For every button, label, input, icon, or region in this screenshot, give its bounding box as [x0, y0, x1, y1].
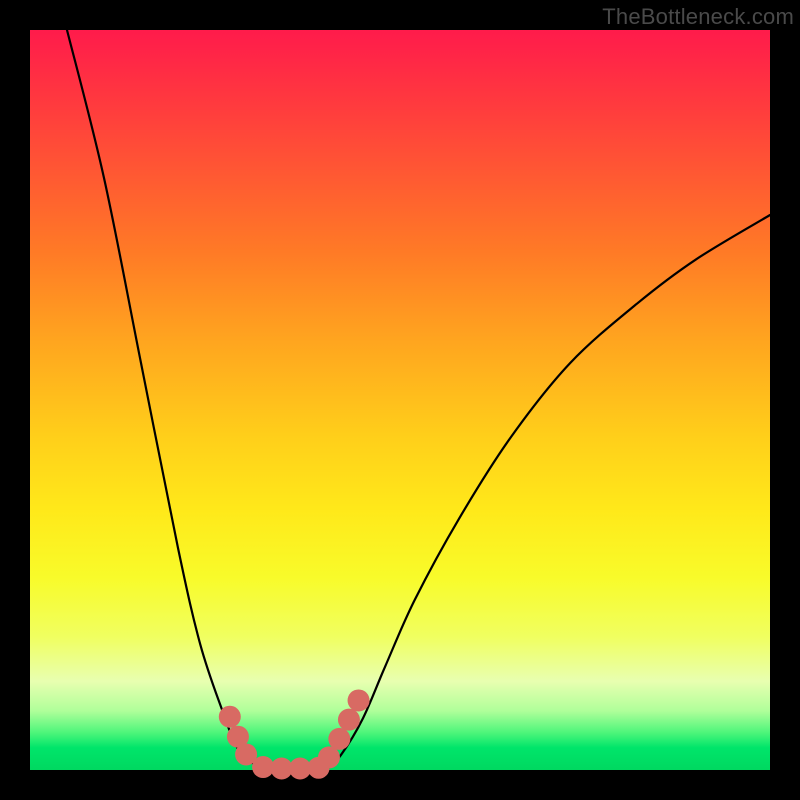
- series-curve-right: [326, 215, 770, 770]
- plot-area: [30, 30, 770, 770]
- marker-dot: [219, 706, 241, 728]
- marker-dot: [348, 689, 370, 711]
- marker-dot: [318, 746, 340, 768]
- marker-dot: [338, 709, 360, 731]
- chart-frame: TheBottleneck.com: [0, 0, 800, 800]
- attribution-text: TheBottleneck.com: [602, 4, 794, 30]
- series-curve-left: [67, 30, 267, 770]
- curve-svg: [30, 30, 770, 770]
- marker-dot: [328, 728, 350, 750]
